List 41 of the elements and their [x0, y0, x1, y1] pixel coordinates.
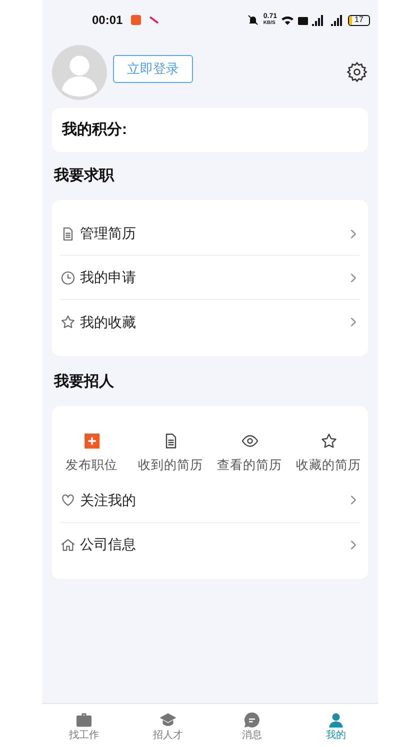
list-item[interactable]: 关注我的 — [60, 478, 360, 523]
wifi-icon — [281, 14, 294, 26]
list-item[interactable]: 我的申请 — [60, 256, 360, 300]
list-item[interactable]: 公司信息 — [60, 522, 360, 567]
list-item-label: 我的收藏 — [80, 312, 137, 332]
section-title: 我要求职 — [54, 166, 114, 186]
tab[interactable]: 招人才 — [126, 704, 210, 747]
tab[interactable]: 消息 — [210, 704, 294, 747]
settings-icon[interactable] — [346, 61, 368, 83]
star-icon — [60, 314, 76, 330]
tab[interactable]: 找工作 — [42, 704, 126, 747]
tab[interactable]: 我的 — [294, 704, 378, 747]
chat-bubble-icon — [243, 710, 261, 728]
list-item-label: 我的申请 — [80, 268, 137, 287]
list-item-label: 公司信息 — [80, 535, 137, 554]
plus-icon — [82, 432, 100, 450]
list-item-label: 管理简历 — [80, 224, 137, 243]
shortcut-item[interactable]: 发布职位 — [52, 432, 131, 475]
list-item[interactable]: 管理简历 — [60, 212, 360, 256]
signal-icon — [298, 14, 326, 26]
battery-level-text: 17 — [354, 16, 364, 24]
clock-icon — [60, 270, 76, 286]
section-title: 我要招人 — [54, 372, 114, 392]
star-icon — [320, 432, 338, 450]
shortcut-item[interactable]: 查看的简历 — [210, 432, 289, 475]
shortcut-item[interactable]: 收藏的简历 — [289, 432, 368, 475]
graduation-cap-icon — [159, 710, 177, 728]
home-icon — [60, 536, 76, 553]
briefcase-icon — [75, 710, 93, 728]
status-time: 00:01 — [92, 12, 123, 29]
list-item[interactable]: 我的收藏 — [60, 300, 360, 344]
points-label: 我的积分: — [62, 120, 127, 140]
signal-icon — [330, 14, 344, 26]
heart-icon — [60, 492, 76, 508]
avatar-icon — [52, 44, 107, 100]
eye-icon — [240, 432, 258, 450]
muted-bell-icon — [247, 14, 260, 26]
shortcut-item[interactable]: 收到的简历 — [131, 432, 210, 475]
app-notification-icon — [130, 15, 141, 25]
person-icon — [327, 710, 345, 728]
list-item-label: 关注我的 — [80, 490, 137, 510]
